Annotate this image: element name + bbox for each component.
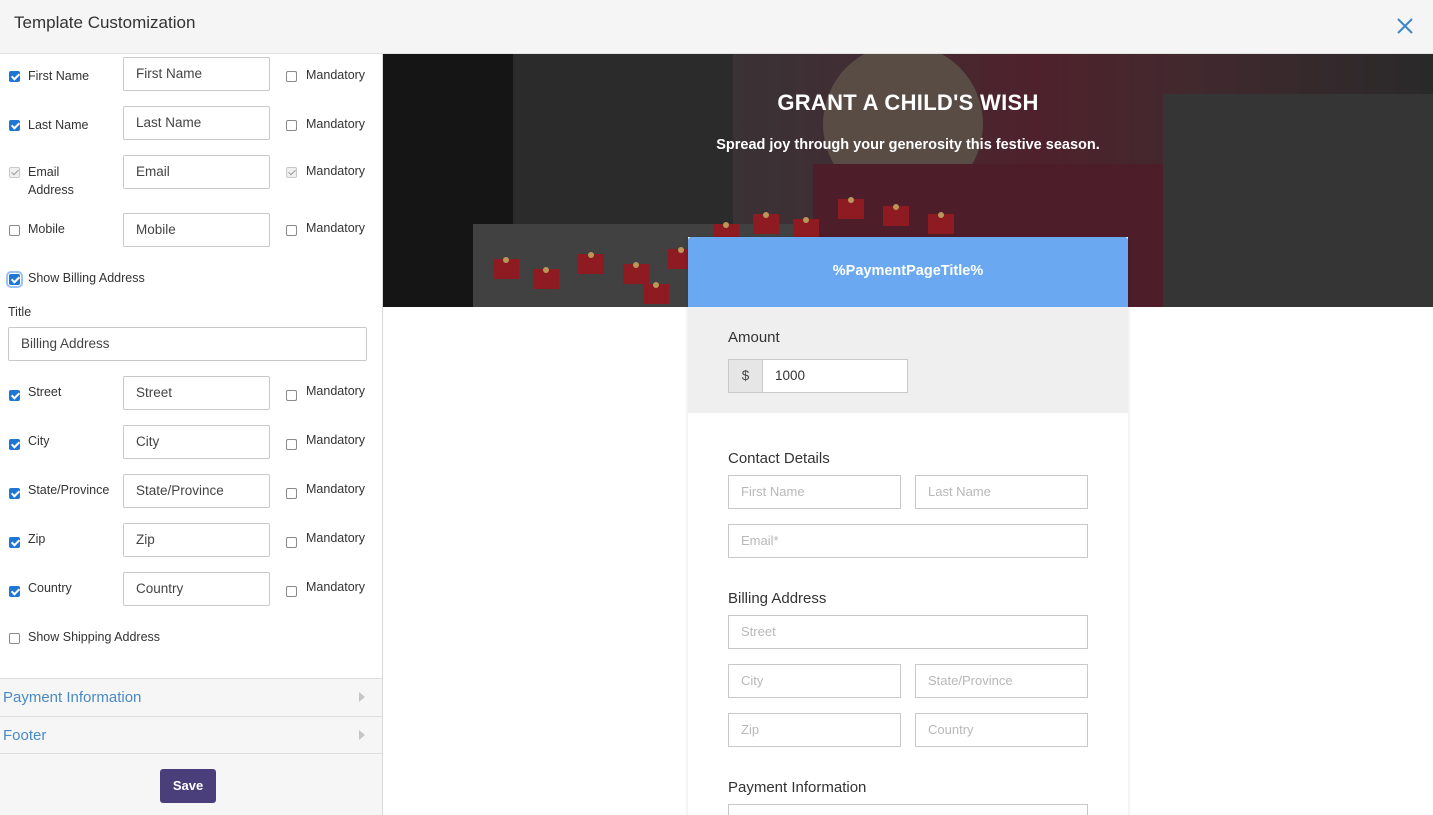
preview-email-input[interactable]: Email* — [728, 524, 1088, 558]
mandatory-label: Mandatory — [306, 68, 366, 82]
field-placeholder-input[interactable]: Zip — [123, 523, 270, 557]
mandatory-label: Mandatory — [306, 384, 366, 398]
mandatory-checkbox[interactable] — [286, 488, 297, 499]
field-row-mobile: Mobile Mobile Mandatory — [0, 213, 383, 249]
mandatory-label: Mandatory — [306, 482, 366, 496]
field-enabled-checkbox[interactable] — [9, 439, 20, 450]
show-billing-label: Show Billing Address — [28, 271, 145, 285]
currency-symbol: $ — [728, 359, 763, 393]
field-row-last-name: Last Name Last Name Mandatory — [0, 106, 383, 142]
preview-payment-input[interactable] — [728, 804, 1088, 815]
chevron-right-icon — [359, 692, 365, 702]
modal-title: Template Customization — [14, 13, 196, 32]
field-enabled-checkbox[interactable] — [9, 225, 20, 236]
chevron-right-icon — [359, 730, 365, 740]
mandatory-checkbox[interactable] — [286, 71, 297, 82]
preview-first-name-input[interactable]: First Name — [728, 475, 901, 509]
mandatory-label: Mandatory — [306, 433, 366, 447]
mandatory-checkbox[interactable] — [286, 225, 297, 236]
mandatory-checkbox — [286, 167, 297, 178]
mandatory-label: Mandatory — [306, 117, 366, 131]
field-row-zip: Zip Zip Mandatory — [0, 523, 383, 559]
preview-state-input[interactable]: State/Province — [915, 664, 1088, 698]
field-placeholder-input[interactable]: Mobile — [123, 213, 270, 247]
mandatory-label: Mandatory — [306, 164, 366, 178]
field-row-email: Email Address Email Mandatory — [0, 155, 383, 199]
field-enabled-checkbox[interactable] — [9, 537, 20, 548]
field-placeholder-input[interactable]: Street — [123, 376, 270, 410]
field-label: Mobile — [28, 222, 65, 236]
payment-card: %PaymentPageTitle% Amount $ 1000 Contact… — [688, 237, 1128, 815]
preview-zip-input[interactable]: Zip — [728, 713, 901, 747]
field-placeholder-input[interactable]: State/Province — [123, 474, 270, 508]
field-label: State/Province — [28, 483, 110, 497]
field-enabled-checkbox[interactable] — [9, 390, 20, 401]
billing-title-input[interactable]: Billing Address — [8, 327, 367, 361]
preview-city-input[interactable]: City — [728, 664, 901, 698]
field-row-street: Street Street Mandatory — [0, 376, 383, 412]
show-shipping-label: Show Shipping Address — [28, 630, 161, 644]
banner-subtitle: Spread joy through your generosity this … — [716, 137, 1100, 153]
mandatory-checkbox[interactable] — [286, 390, 297, 401]
payment-page-title: %PaymentPageTitle% — [832, 263, 984, 279]
field-label: Country — [28, 581, 72, 595]
close-icon[interactable] — [1395, 16, 1415, 36]
field-enabled-checkbox[interactable] — [9, 120, 20, 131]
mandatory-label: Mandatory — [306, 531, 366, 545]
amount-input[interactable]: 1000 — [762, 359, 908, 393]
amount-section: Amount $ 1000 — [688, 307, 1128, 413]
mandatory-checkbox[interactable] — [286, 120, 297, 131]
preview-street-input[interactable]: Street — [728, 615, 1088, 649]
field-label: City — [28, 434, 50, 448]
field-placeholder-input[interactable]: Last Name — [123, 106, 270, 140]
field-placeholder-input[interactable]: Country — [123, 572, 270, 606]
accordion-label: Footer — [3, 727, 47, 744]
settings-panel: First Name First Name Mandatory Last Nam… — [0, 54, 383, 815]
show-billing-checkbox[interactable] — [6, 271, 23, 288]
field-placeholder-input[interactable]: First Name — [123, 57, 270, 91]
billing-title-label: Title — [8, 305, 32, 319]
field-row-first-name: First Name First Name Mandatory — [0, 57, 383, 93]
payment-information-heading: Payment Information — [728, 779, 867, 796]
field-row-state: State/Province State/Province Mandatory — [0, 474, 383, 510]
mandatory-label: Mandatory — [306, 580, 366, 594]
field-enabled-checkbox[interactable] — [9, 488, 20, 499]
contact-details-heading: Contact Details — [728, 450, 830, 467]
field-placeholder-input[interactable]: Email — [123, 155, 270, 189]
field-row-city: City City Mandatory — [0, 425, 383, 461]
accordion-footer[interactable]: Footer — [0, 716, 382, 754]
billing-address-heading: Billing Address — [728, 590, 827, 607]
preview-last-name-input[interactable]: Last Name — [915, 475, 1088, 509]
field-label: Email Address — [28, 165, 74, 197]
field-label: Last Name — [28, 118, 89, 132]
amount-label: Amount — [728, 329, 780, 346]
show-shipping-checkbox[interactable] — [9, 633, 20, 644]
card-header: %PaymentPageTitle% — [688, 237, 1128, 307]
mandatory-checkbox[interactable] — [286, 586, 297, 597]
field-enabled-checkbox — [9, 167, 20, 178]
field-enabled-checkbox[interactable] — [9, 71, 20, 82]
field-label: Street — [28, 385, 62, 399]
save-bar: Save — [0, 753, 382, 815]
accordion-label: Payment Information — [3, 689, 142, 706]
save-button[interactable]: Save — [160, 769, 216, 803]
field-placeholder-input[interactable]: City — [123, 425, 270, 459]
preview-country-input[interactable]: Country — [915, 713, 1088, 747]
accordion-payment-information[interactable]: Payment Information — [0, 678, 382, 716]
mandatory-label: Mandatory — [306, 221, 366, 235]
field-enabled-checkbox[interactable] — [9, 586, 20, 597]
preview-pane: GRANT A CHILD'S WISH Spread joy through … — [383, 54, 1433, 815]
field-label: First Name — [28, 69, 90, 83]
modal-header: Template Customization — [0, 0, 1433, 54]
field-row-country: Country Country Mandatory — [0, 572, 383, 608]
mandatory-checkbox[interactable] — [286, 439, 297, 450]
banner-title: GRANT A CHILD'S WISH — [777, 90, 1039, 115]
field-label: Zip — [28, 532, 46, 546]
mandatory-checkbox[interactable] — [286, 537, 297, 548]
